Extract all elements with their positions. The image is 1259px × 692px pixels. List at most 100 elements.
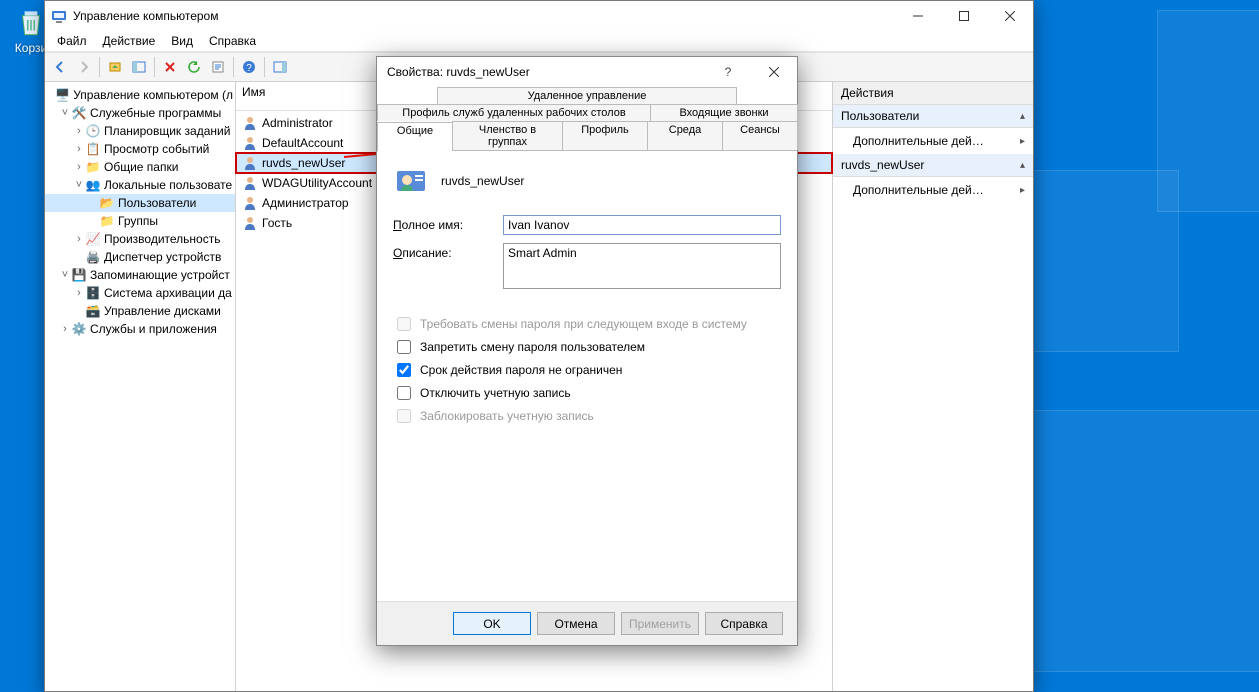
device-icon: 🖨️: [85, 250, 101, 264]
backup-icon: 🗄️: [85, 286, 101, 300]
actions-pane: Действия Пользователи▴ Дополнительные де…: [833, 82, 1033, 691]
properties-dialog: Свойства: ruvds_newUser ? Удаленное упра…: [376, 56, 798, 646]
tab-sessions[interactable]: Сеансы: [722, 121, 798, 150]
dialog-tabs: Удаленное управление Профиль служб удале…: [377, 87, 797, 151]
chevron-up-icon: ▴: [1020, 111, 1025, 122]
events-icon: 📋: [85, 142, 101, 156]
description-input[interactable]: Smart Admin: [503, 243, 781, 289]
chevron-right-icon: ▸: [1020, 136, 1025, 147]
menu-file[interactable]: Файл: [49, 32, 95, 50]
chk-cannot-change[interactable]: [397, 340, 411, 354]
nav-forward-button[interactable]: [73, 56, 95, 78]
show-hide-tree-button[interactable]: [128, 56, 150, 78]
list-item-label: Administrator: [262, 116, 333, 130]
up-button[interactable]: [104, 56, 126, 78]
refresh-button[interactable]: [183, 56, 205, 78]
cancel-button[interactable]: Отмена: [537, 612, 615, 635]
actions-link-more-2[interactable]: Дополнительные дей…▸: [833, 177, 1033, 203]
menu-view[interactable]: Вид: [163, 32, 201, 50]
storage-icon: 💾: [71, 268, 87, 282]
users-group-icon: 👥: [85, 178, 101, 192]
list-item-label: Гость: [262, 216, 292, 230]
tree-localusers[interactable]: Локальные пользовате: [104, 178, 232, 192]
folder-icon: 📂: [99, 196, 115, 210]
tree-perf[interactable]: Производительность: [104, 232, 220, 246]
description-label: Описание:: [393, 243, 503, 260]
tab-dialin[interactable]: Входящие звонки: [650, 104, 798, 121]
folder-icon: 📁: [99, 214, 115, 228]
actions-section-users[interactable]: Пользователи▴: [833, 105, 1033, 128]
chk-must-change: [397, 317, 411, 331]
tree-shared[interactable]: Общие папки: [104, 160, 178, 174]
help-button[interactable]: Справка: [705, 612, 783, 635]
list-item-label: WDAGUtilityAccount: [262, 176, 372, 190]
ok-button[interactable]: OK: [453, 612, 531, 635]
scheduler-icon: 🕒: [85, 124, 101, 138]
help-button[interactable]: ?: [238, 56, 260, 78]
delete-button[interactable]: [159, 56, 181, 78]
computer-icon: 🖥️: [55, 88, 70, 102]
action-pane-button[interactable]: [269, 56, 291, 78]
apply-button[interactable]: Применить: [621, 612, 699, 635]
chk-disabled[interactable]: [397, 386, 411, 400]
tools-icon: 🛠️: [71, 106, 87, 120]
tree-root[interactable]: Управление компьютером (л: [73, 88, 233, 102]
dialog-titlebar[interactable]: Свойства: ruvds_newUser ?: [377, 57, 797, 87]
actions-title: Действия: [833, 82, 1033, 105]
user-icon: [242, 135, 258, 151]
mmc-title: Управление компьютером: [73, 9, 895, 23]
services-icon: ⚙️: [71, 322, 87, 336]
list-item-label: ruvds_newUser: [262, 156, 345, 170]
minimize-button[interactable]: [895, 1, 941, 31]
chk-locked: [397, 409, 411, 423]
shared-icon: 📁: [85, 160, 101, 174]
list-item-label: Администратор: [262, 196, 349, 210]
tree-disks[interactable]: Управление дисками: [104, 304, 221, 318]
list-item-label: DefaultAccount: [262, 136, 343, 150]
dialog-close-button[interactable]: [751, 57, 797, 87]
tab-rds-profile[interactable]: Профиль служб удаленных рабочих столов: [377, 104, 651, 121]
chevron-right-icon: ▸: [1020, 185, 1025, 196]
svg-text:?: ?: [246, 63, 252, 74]
actions-link-more-1[interactable]: Дополнительные дей…▸: [833, 128, 1033, 154]
nav-back-button[interactable]: [49, 56, 71, 78]
dialog-username: ruvds_newUser: [441, 174, 524, 188]
user-icon: [242, 215, 258, 231]
disk-icon: 🗃️: [85, 304, 101, 318]
maximize-button[interactable]: [941, 1, 987, 31]
export-button[interactable]: [207, 56, 229, 78]
svg-text:?: ?: [725, 66, 732, 78]
dialog-title: Свойства: ruvds_newUser: [387, 65, 705, 79]
tab-profile[interactable]: Профиль: [562, 121, 648, 150]
tree-devmgr[interactable]: Диспетчер устройств: [104, 250, 221, 264]
tab-memberof[interactable]: Членство в группах: [452, 121, 563, 150]
actions-section-user[interactable]: ruvds_newUser▴: [833, 154, 1033, 177]
menu-action[interactable]: Действие: [95, 32, 164, 50]
dialog-help-button[interactable]: ?: [705, 57, 751, 87]
menubar[interactable]: Файл Действие Вид Справка: [45, 31, 1033, 52]
tree-backup[interactable]: Система архивации да: [104, 286, 232, 300]
mmc-app-icon: [51, 8, 67, 24]
tree-groups[interactable]: Группы: [118, 214, 158, 228]
mmc-titlebar[interactable]: Управление компьютером: [45, 1, 1033, 31]
tab-general[interactable]: Общие: [377, 122, 453, 151]
user-icon: [242, 115, 258, 131]
close-button[interactable]: [987, 1, 1033, 31]
fullname-label: ППолное имя:олное имя:: [393, 215, 503, 232]
user-icon: [242, 155, 258, 171]
tab-remote-control[interactable]: Удаленное управление: [437, 87, 737, 104]
perf-icon: 📈: [85, 232, 101, 246]
tree-svcapps[interactable]: Службы и приложения: [90, 322, 217, 336]
tree-users[interactable]: Пользователи: [118, 196, 196, 210]
user-icon: [242, 175, 258, 191]
tree-services[interactable]: Служебные программы: [90, 106, 221, 120]
chk-never-expires[interactable]: [397, 363, 411, 377]
menu-help[interactable]: Справка: [201, 32, 264, 50]
console-tree[interactable]: 🖥️Управление компьютером (л ˅🛠️Служебные…: [45, 82, 236, 691]
user-icon: [393, 163, 429, 199]
tab-environment[interactable]: Среда: [647, 121, 723, 150]
tree-storage[interactable]: Запоминающие устройст: [90, 268, 230, 282]
tree-events[interactable]: Просмотр событий: [104, 142, 209, 156]
tree-scheduler[interactable]: Планировщик заданий: [104, 124, 230, 138]
fullname-input[interactable]: [503, 215, 781, 235]
